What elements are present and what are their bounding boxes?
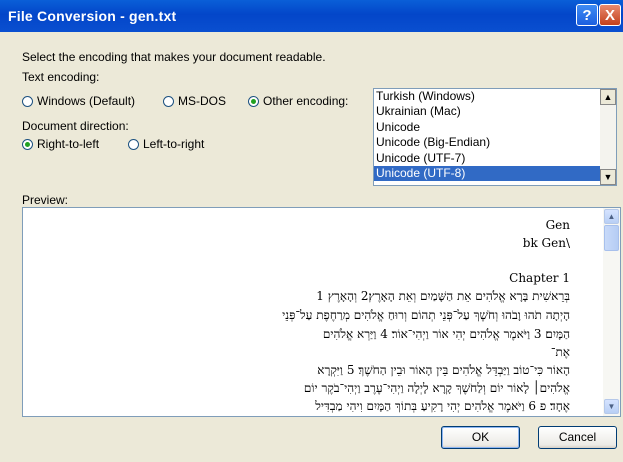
radio-label: Windows (Default) [37,94,136,108]
preview-label: Preview: [22,193,69,207]
ok-button[interactable]: OK [441,426,520,449]
preview-pane[interactable]: Gen bk Gen\ Chapter 1 1 בְּרֵאשִׁית בָּר… [22,207,621,417]
radio-button-icon [22,95,33,107]
preview-line: אֱלֹהִים׀ לָאוֹר יוֹם וְלַחֹשֶׁךְ קָרָא … [303,381,570,395]
close-icon: X [604,7,615,24]
encoding-listbox[interactable]: Turkish (Windows) Ukrainian (Mac) Unicod… [373,88,617,186]
preview-line: Gen [545,218,570,232]
radio-button-checked-icon [22,138,33,150]
instructions-text: Select the encoding that makes your docu… [22,50,326,64]
preview-scrollbar[interactable]: ▲ ▼ [603,208,620,416]
close-button[interactable]: X [599,4,621,26]
preview-line: Chapter 1 [509,271,570,285]
radio-ms-dos[interactable]: MS-DOS [163,94,226,108]
title-bar: File Conversion - gen.txt ? X [0,0,623,32]
radio-label: Left-to-right [143,137,205,151]
help-icon: ? [582,7,592,24]
text-encoding-label: Text encoding: [22,70,100,84]
window-title: File Conversion - gen.txt [8,8,177,24]
scrollbar-thumb[interactable] [604,225,619,251]
arrow-down-icon: ▼ [607,402,616,411]
encoding-item-unicode-utf8[interactable]: Unicode (UTF-8) [374,165,616,182]
radio-right-to-left[interactable]: Right-to-left [22,137,99,151]
arrow-up-icon: ▲ [607,212,616,221]
preview-line: bk Gen\ [522,236,570,250]
encoding-item-ukrainian-mac[interactable]: Ukrainian (Mac) [374,104,616,119]
radio-label: Other encoding: [263,94,349,108]
preview-line: הָאוֹר כִּי־טוֹב וַיַּבְדֵּל אֱלֹהִים בֵ… [317,363,570,377]
scroll-up-button[interactable]: ▲ [604,209,619,224]
document-direction-label: Document direction: [22,119,129,133]
radio-button-checked-icon [248,95,259,107]
cancel-button[interactable]: Cancel [538,426,617,449]
scroll-down-button[interactable]: ▼ [600,169,616,185]
radio-label: MS-DOS [178,94,226,108]
preview-line: הַמָּיִם׃ 3 וַיֹּאמֶר אֱלֹהִים יְהִי אוֹ… [322,327,570,341]
arrow-down-icon: ▼ [603,172,613,182]
encoding-item-unicode-utf7[interactable]: Unicode (UTF-7) [374,151,616,166]
help-button[interactable]: ? [576,4,598,26]
preview-line: 1 בְּרֵאשִׁית בָּרָא אֱלֹהִים אֵת הַשָּׁ… [316,289,570,303]
radio-button-icon [128,138,139,150]
encoding-item-unicode-big-endian[interactable]: Unicode (Big-Endian) [374,135,616,150]
radio-label: Right-to-left [37,137,100,151]
preview-line: אֶחָד׃ פ 6 וַיֹּאמֶר אֱלֹהִים יְהִי רָקִ… [315,399,570,413]
radio-button-icon [163,95,174,107]
preview-line: הָיְתָה תֹהוּ וָבֹהוּ וְחֹשֶׁךְ עַל־פְּנ… [282,308,570,322]
encoding-list-scrollbar[interactable]: ▲ ▼ [600,89,616,185]
scroll-down-button[interactable]: ▼ [604,399,619,414]
arrow-up-icon: ▲ [603,92,613,102]
encoding-item-turkish-windows[interactable]: Turkish (Windows) [374,89,616,104]
radio-windows-default[interactable]: Windows (Default) [22,94,135,108]
scroll-up-button[interactable]: ▲ [600,89,616,105]
encoding-item-unicode[interactable]: Unicode [374,120,616,135]
preview-line: אֶת־ [550,345,570,359]
radio-left-to-right[interactable]: Left-to-right [128,137,204,151]
radio-other-encoding[interactable]: Other encoding: [248,94,348,108]
